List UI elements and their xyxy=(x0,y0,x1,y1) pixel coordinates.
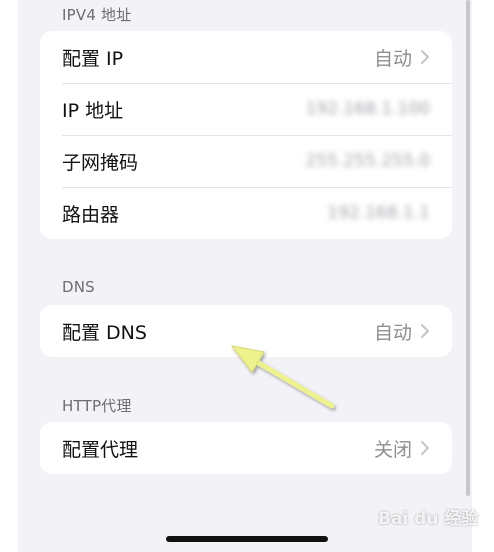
row-label: 配置 DNS xyxy=(62,321,147,344)
row-configure-ip[interactable]: 配置 IP 自动 xyxy=(40,31,452,83)
ipv4-group: 配置 IP 自动 IP 地址 192.168.1.100 子网掩码 255.25… xyxy=(40,31,452,239)
chevron-right-icon xyxy=(421,324,429,338)
section-header-dns: DNS xyxy=(62,278,95,296)
ip-address-value: 192.168.1.100 xyxy=(305,99,430,119)
row-subnet-mask: 子网掩码 255.255.255.0 xyxy=(40,135,452,187)
home-indicator[interactable] xyxy=(166,536,328,542)
row-label: 子网掩码 xyxy=(62,151,139,174)
section-header-ipv4: IPV4 地址 xyxy=(62,6,132,24)
row-label: 配置 IP xyxy=(62,47,124,70)
row-label: 配置代理 xyxy=(62,438,139,461)
row-configure-proxy[interactable]: 配置代理 关闭 xyxy=(40,422,452,474)
row-ip-address: IP 地址 192.168.1.100 xyxy=(40,83,452,135)
section-header-http-proxy: HTTP代理 xyxy=(62,397,132,415)
row-label: 路由器 xyxy=(62,203,120,226)
row-value: 自动 xyxy=(373,321,412,344)
row-label: IP 地址 xyxy=(62,99,124,122)
router-value: 192.168.1.1 xyxy=(327,203,430,223)
row-value: 自动 xyxy=(373,47,412,70)
chevron-right-icon xyxy=(421,441,429,455)
row-router: 路由器 192.168.1.1 xyxy=(40,187,452,239)
dns-group: 配置 DNS 自动 xyxy=(40,305,452,357)
http-proxy-group: 配置代理 关闭 xyxy=(40,422,452,474)
watermark: Bai du 经验 xyxy=(378,509,479,529)
row-value: 关闭 xyxy=(373,438,412,461)
row-configure-dns[interactable]: 配置 DNS 自动 xyxy=(40,305,452,357)
subnet-mask-value: 255.255.255.0 xyxy=(305,151,430,171)
chevron-right-icon xyxy=(421,50,429,64)
scrollbar[interactable] xyxy=(466,0,470,496)
